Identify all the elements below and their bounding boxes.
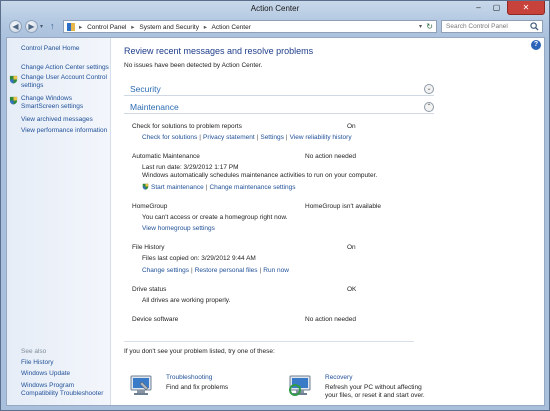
last-run-date: Last run date: 3/29/2012 1:17 PM [142, 164, 239, 171]
footer-prompt: If you don't see your problem listed, tr… [124, 348, 275, 355]
see-also-file-history[interactable]: File History [21, 359, 111, 367]
action-center-window: Action Center ‒ ▢ ✕ ◀ ▶ ▾ ↑ ▸ Control Pa… [0, 0, 550, 411]
maintenance-description: Windows automatically schedules maintena… [142, 172, 378, 179]
recovery-tile[interactable]: Recovery Refresh your PC without affecti… [287, 372, 437, 402]
drive-status-value: OK [347, 286, 357, 293]
homegroup-status: HomeGroup isn't available [305, 203, 382, 210]
content-area: Control Panel Home Change Action Center … [6, 37, 545, 406]
file-history-label: File History [132, 244, 165, 251]
run-now-link[interactable]: Run now [263, 267, 289, 274]
breadcrumb: ▸ Control Panel ▸ System and Security ▸ … [79, 23, 254, 31]
sidebar-item-view-archived-messages[interactable]: View archived messages [21, 116, 111, 124]
privacy-statement-link[interactable]: Privacy statement [203, 134, 255, 141]
sidebar-item-view-performance-information[interactable]: View performance information [21, 127, 111, 135]
navigation-bar: ◀ ▶ ▾ ↑ ▸ Control Panel ▸ System and Sec… [5, 18, 547, 35]
sidebar: Control Panel Home Change Action Center … [7, 38, 111, 405]
window-title: Action Center [250, 4, 300, 13]
device-software-label: Device software [132, 316, 179, 323]
sidebar-item-change-uac-settings[interactable]: Change User Account Control settings [21, 74, 111, 90]
breadcrumb-system-and-security[interactable]: System and Security [139, 24, 199, 31]
change-maintenance-settings-link[interactable]: Change maintenance settings [209, 184, 295, 191]
breadcrumb-separator[interactable]: ▸ [79, 24, 82, 31]
up-button[interactable]: ↑ [50, 21, 55, 31]
see-also-heading: See also [21, 348, 47, 355]
minimize-button[interactable]: ‒ [470, 1, 487, 15]
recovery-icon [289, 375, 311, 396]
file-history-status: On [347, 244, 356, 251]
link-separator: | [285, 134, 288, 141]
start-maintenance-link[interactable]: Start maintenance [151, 184, 204, 191]
automatic-maintenance-status: No action needed [305, 153, 356, 160]
link-separator: | [190, 267, 193, 274]
security-section-title: Security [130, 84, 161, 94]
check-solutions-status: On [347, 123, 356, 130]
search-input[interactable]: Search Control Panel [441, 20, 543, 33]
help-icon[interactable]: ? [531, 40, 541, 50]
recovery-description-line-1: Refresh your PC without affecting [325, 384, 422, 391]
sidebar-item-control-panel-home[interactable]: Control Panel Home [21, 45, 111, 53]
page-title: Review recent messages and resolve probl… [124, 46, 314, 56]
restore-personal-files-link[interactable]: Restore personal files [195, 267, 258, 274]
address-dropdown-icon[interactable]: ▾ [419, 23, 422, 30]
see-also-windows-update[interactable]: Windows Update [21, 370, 111, 378]
device-software-status: No action needed [305, 316, 356, 323]
forward-button[interactable]: ▶ [25, 20, 38, 33]
uac-shield-icon [9, 75, 18, 84]
link-separator: | [256, 134, 259, 141]
refresh-icon[interactable]: ↻ [426, 22, 433, 31]
maintenance-section-title: Maintenance [130, 102, 179, 112]
change-settings-link[interactable]: Change settings [142, 267, 189, 274]
back-button[interactable]: ◀ [9, 20, 22, 33]
settings-link[interactable]: Settings [260, 134, 284, 141]
sidebar-item-change-action-center-settings[interactable]: Change Action Center settings [21, 64, 111, 72]
uac-shield-icon [142, 183, 149, 190]
recovery-description-line-2: your files, or reset it and start over. [325, 392, 425, 399]
breadcrumb-control-panel[interactable]: Control Panel [87, 24, 126, 31]
link-separator: | [199, 134, 201, 141]
homegroup-label: HomeGroup [132, 203, 168, 210]
address-bar[interactable]: ▸ Control Panel ▸ System and Security ▸ … [63, 20, 437, 33]
action-center-flag-icon [67, 23, 75, 31]
file-history-links: Change settings | Restore personal files | R… [142, 267, 289, 274]
search-icon[interactable] [530, 22, 539, 31]
expand-chevron-icon[interactable]: ⌄ [424, 84, 434, 94]
maintenance-links: Start maintenance | Change maintenance set… [142, 183, 295, 191]
recovery-link[interactable]: Recovery [325, 374, 352, 381]
troubleshooting-icon [130, 375, 152, 395]
view-reliability-history-link[interactable]: View reliability history [290, 134, 352, 141]
automatic-maintenance-label: Automatic Maintenance [132, 153, 200, 160]
check-solutions-label: Check for solutions to problem reports [132, 123, 242, 130]
breadcrumb-action-center[interactable]: Action Center [212, 24, 251, 31]
link-separator: | [205, 184, 208, 191]
check-for-solutions-link[interactable]: Check for solutions [142, 134, 197, 141]
recovery-description: Refresh your PC without affecting your f… [325, 384, 425, 400]
security-section-header[interactable]: Security ⌄ [124, 84, 434, 96]
sidebar-item-change-smartscreen-settings[interactable]: Change Windows SmartScreen settings [21, 95, 111, 111]
files-last-copied: Files last copied on: 3/29/2012 9:44 AM [142, 255, 256, 262]
drive-status-label: Drive status [132, 286, 167, 293]
collapse-chevron-icon[interactable]: ⌃ [424, 102, 434, 112]
close-button[interactable]: ✕ [507, 1, 545, 15]
divider [124, 341, 414, 342]
recent-pages-dropdown[interactable]: ▾ [40, 23, 43, 30]
search-placeholder: Search Control Panel [446, 23, 508, 30]
title-bar: Action Center ‒ ▢ ✕ [1, 1, 549, 18]
uac-shield-icon [9, 96, 18, 105]
status-summary: No issues have been detected by Action C… [124, 62, 263, 69]
breadcrumb-separator[interactable]: ▸ [131, 24, 134, 31]
maximize-button[interactable]: ▢ [488, 1, 505, 15]
breadcrumb-separator[interactable]: ▸ [204, 24, 207, 31]
see-also-program-compatibility-troubleshooter[interactable]: Windows Program Compatibility Troublesho… [21, 382, 111, 398]
troubleshooting-link[interactable]: Troubleshooting [166, 374, 212, 381]
view-homegroup-settings-link[interactable]: View homegroup settings [142, 225, 215, 232]
check-solutions-links: Check for solutions | Privacy statement | Se… [142, 134, 352, 141]
troubleshooting-tile[interactable]: Troubleshooting Find and fix problems [128, 372, 268, 402]
link-separator: | [259, 267, 262, 274]
troubleshooting-description: Find and fix problems [166, 384, 229, 391]
drive-status-message: All drives are working properly. [142, 297, 231, 304]
homegroup-message: You can't access or create a homegroup r… [142, 214, 288, 221]
maintenance-section-header[interactable]: Maintenance ⌃ [124, 102, 434, 114]
